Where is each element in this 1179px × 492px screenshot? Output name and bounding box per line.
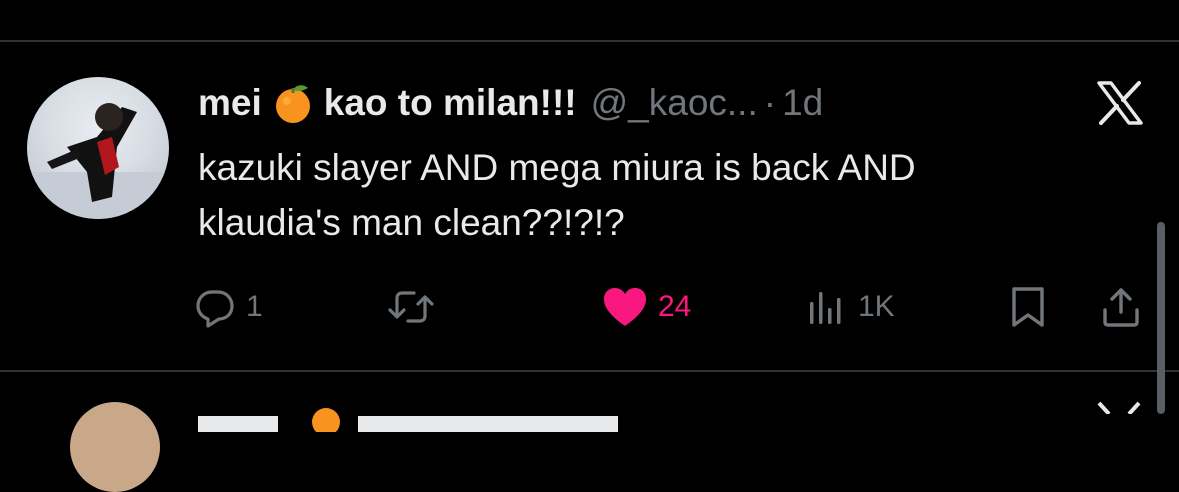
x-logo-icon (1097, 81, 1143, 125)
views-count: 1K (858, 290, 895, 323)
tweet-text: kazuki slayer AND mega miura is back AND… (198, 140, 1158, 250)
timestamp[interactable]: 1d (782, 80, 823, 126)
reply-button[interactable]: 1 (194, 285, 263, 329)
scrollbar[interactable] (1157, 222, 1165, 414)
next-tweet-x-logo-icon (1097, 401, 1141, 414)
separator-dot: · (763, 82, 777, 123)
share-button[interactable] (1100, 285, 1142, 329)
next-tweet-avatar[interactable] (70, 402, 160, 492)
reply-count: 1 (246, 290, 263, 323)
avatar[interactable] (27, 77, 169, 219)
retweet-icon (388, 291, 434, 323)
reply-icon (196, 290, 234, 328)
heart-icon (604, 288, 646, 326)
next-tweet-header-partial (198, 392, 1098, 432)
display-name-part2[interactable]: kao to milan!!! (324, 80, 577, 126)
bookmark-button[interactable] (1008, 285, 1048, 329)
display-name-part1[interactable]: mei (198, 80, 262, 126)
tweet-text-line2: klaudia's man clean??!?!? (198, 202, 625, 243)
top-divider (0, 40, 1179, 42)
tangerine-emoji-icon (275, 85, 310, 123)
tweet-text-line1: kazuki slayer AND mega miura is back AND (198, 147, 916, 188)
display-name[interactable]: mei kao to milan!!! (198, 80, 577, 126)
like-count: 24 (658, 290, 692, 323)
tweet-header: mei kao to milan!!! @_kaoc... · 1d (198, 80, 823, 126)
views-button[interactable]: 1K (806, 285, 895, 329)
retweet-button[interactable] (388, 285, 434, 329)
user-handle[interactable]: @_kaoc... (591, 80, 758, 126)
bookmark-icon (1012, 287, 1044, 327)
share-icon (1103, 288, 1139, 327)
views-icon (810, 292, 841, 324)
bottom-divider (0, 370, 1179, 372)
like-button[interactable]: 24 (602, 285, 691, 329)
